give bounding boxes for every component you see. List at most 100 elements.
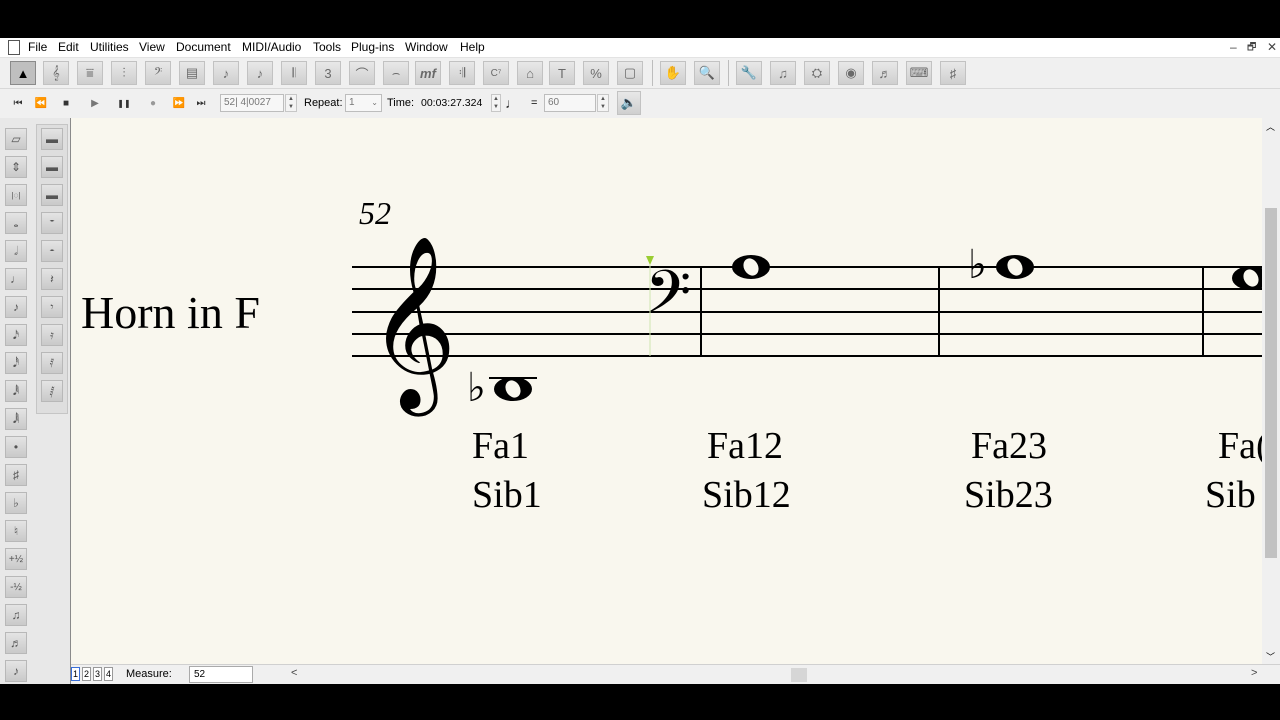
rest-multimeasure-button[interactable]: ▬ [41, 128, 63, 150]
menu-view[interactable]: View [139, 40, 165, 54]
palette-quarter-note-button[interactable]: ♩ [5, 268, 27, 290]
palette-grace-note-button[interactable]: ♬ [5, 632, 27, 654]
palette-64th-note-button[interactable]: 𝅘𝅥𝅱 [5, 380, 27, 402]
staff-tool-button[interactable]: 𝄞 [43, 61, 69, 85]
rest-16th-button[interactable]: 𝄽 [41, 268, 63, 290]
zoom-tool-button[interactable]: 🔍 [694, 61, 720, 85]
palette-flip-button[interactable]: ⇕ [5, 156, 27, 178]
palette-cue-note-button[interactable]: ♪ [5, 660, 27, 682]
tempo-note-stepper[interactable]: ▲ ▼ [491, 94, 501, 112]
repeat-tool-button[interactable]: 𝄇 [449, 61, 475, 85]
palette-half-step-up-button[interactable]: +½ [5, 548, 27, 570]
speedy-entry-tool-button[interactable]: ♪ [247, 61, 273, 85]
measure-counter-stepper[interactable]: ▲ ▼ [285, 94, 297, 112]
palette-flat-button[interactable]: ♭ [5, 492, 27, 514]
page-2-button[interactable]: 2 [82, 667, 91, 681]
skip-to-end-button[interactable]: ⏭ [192, 94, 210, 112]
mirror-tool-button[interactable]: ♬ [872, 61, 898, 85]
menu-plug-ins[interactable]: Plug-ins [351, 40, 394, 54]
measure-counter-field[interactable]: 52| 4|0027 [220, 94, 284, 112]
palette-128th-note-button[interactable]: 𝅘𝅥𝅲 [5, 408, 27, 430]
rest-64th-button[interactable]: 𝄿 [41, 324, 63, 346]
wrench-tool-button[interactable]: 🔧 [736, 61, 762, 85]
palette-sharp-button[interactable]: ♯ [5, 464, 27, 486]
rest-128th-button[interactable]: 𝅀 [41, 352, 63, 374]
measure-input[interactable]: 52 [189, 666, 253, 683]
repeat-select[interactable]: 1 ⌄ [345, 94, 382, 112]
smart-shape-tool-button[interactable]: ⌒ [349, 61, 375, 85]
articulation-tool-button[interactable]: ⌢ [383, 61, 409, 85]
scroll-down-icon[interactable]: ﹀ [1266, 650, 1275, 663]
stop-button[interactable]: ■ [57, 94, 75, 112]
rest-eighth-button[interactable]: 𝄼 [41, 240, 63, 262]
close-icon[interactable]: ✕ [1267, 40, 1277, 54]
scroll-right-icon[interactable]: > [1251, 667, 1257, 679]
tempo-stepper[interactable]: ▲ ▼ [597, 94, 609, 112]
tuplet-tool-button[interactable]: 3 [315, 61, 341, 85]
midi-tool-button[interactable]: ◉ [838, 61, 864, 85]
palette-16th-note-button[interactable]: 𝅘𝅥𝅯 [5, 324, 27, 346]
resize-tool-button[interactable]: % [583, 61, 609, 85]
record-button[interactable]: ● [144, 94, 162, 112]
time-signature-tool-button[interactable]: ⫶ [111, 61, 137, 85]
page-3-button[interactable]: 3 [93, 667, 102, 681]
hyperscribe-tool-button[interactable]: 𝄃 [281, 61, 307, 85]
tempo-field[interactable]: 60 [544, 94, 596, 112]
palette-dot-button[interactable]: • [5, 436, 27, 458]
rest-quarter-button[interactable]: 𝄻 [41, 212, 63, 234]
scroll-left-icon[interactable]: < [291, 667, 297, 679]
special-tools-button[interactable]: ⛭ [804, 61, 830, 85]
app-document-icon[interactable] [8, 40, 20, 55]
menu-help[interactable]: Help [460, 40, 485, 54]
palette-natural-button[interactable]: ♮ [5, 520, 27, 542]
page-layout-tool-button[interactable]: ▢ [617, 61, 643, 85]
rewind-to-start-button[interactable]: ⏮ [9, 94, 27, 112]
restore-icon[interactable]: 🗗 [1247, 40, 1256, 57]
hand-grabber-tool-button[interactable]: ✋ [660, 61, 686, 85]
palette-whole-note-button[interactable]: 𝅝 [5, 212, 27, 234]
page-4-button[interactable]: 4 [104, 667, 113, 681]
rest-whole-button[interactable]: ▬ [41, 156, 63, 178]
rest-32nd-button[interactable]: 𝄾 [41, 296, 63, 318]
menu-document[interactable]: Document [176, 40, 231, 54]
palette-half-step-down-button[interactable]: -½ [5, 576, 27, 598]
palette-eraser-button[interactable]: ▱ [5, 128, 27, 150]
lyrics-tool-button[interactable]: ⌂ [517, 61, 543, 85]
rest-256th-button[interactable]: 𝅁 [41, 380, 63, 402]
play-button[interactable]: ▶ [86, 94, 104, 112]
menu-file[interactable]: File [28, 40, 47, 54]
playback-settings-button[interactable]: 🔈 [617, 91, 641, 115]
quarter-note-icon[interactable]: ♩ [503, 94, 521, 112]
scroll-up-icon[interactable]: ︿ [1266, 120, 1275, 133]
menu-utilities[interactable]: Utilities [90, 40, 129, 54]
graphics-tool-button[interactable]: ⌨ [906, 61, 932, 85]
menu-midi-audio[interactable]: MIDI/Audio [242, 40, 301, 54]
palette-tie-button[interactable]: ♫ [5, 604, 27, 626]
rest-half-button[interactable]: ▬ [41, 184, 63, 206]
simple-entry-tool-button[interactable]: ♪ [213, 61, 239, 85]
menu-window[interactable]: Window [405, 40, 448, 54]
score-canvas[interactable]: 52 Horn in F 𝄞 ♭ 𝄢 ♭ Fa1 Sib1 Fa12 Sib12… [71, 118, 1262, 684]
horizontal-scroll-thumb[interactable] [791, 668, 807, 682]
palette-tuplet-button[interactable]: |◌| [5, 184, 27, 206]
menu-edit[interactable]: Edit [58, 40, 79, 54]
key-signature-tool-button[interactable]: ⩸ [77, 61, 103, 85]
vertical-scroll-thumb[interactable] [1265, 208, 1277, 558]
text-tool-button[interactable]: T [549, 61, 575, 85]
rewind-button[interactable]: ⏪ [32, 94, 50, 112]
expression-tool-button[interactable]: mf [415, 61, 441, 85]
note-mover-tool-button[interactable]: ♫ [770, 61, 796, 85]
menu-tools[interactable]: Tools [313, 40, 341, 54]
palette-eighth-note-button[interactable]: ♪ [5, 296, 27, 318]
ossia-tool-button[interactable]: ♯ [940, 61, 966, 85]
page-1-button[interactable]: 1 [71, 667, 80, 681]
minimize-icon[interactable]: – [1230, 40, 1237, 54]
vertical-scrollbar[interactable]: ︿ ﹀ [1262, 118, 1280, 665]
selection-tool-button[interactable]: ▲ [10, 61, 36, 85]
fast-forward-button[interactable]: ⏩ [170, 94, 188, 112]
chord-tool-button[interactable]: C⁷ [483, 61, 509, 85]
palette-32nd-note-button[interactable]: 𝅘𝅥𝅰 [5, 352, 27, 374]
pause-button[interactable]: ❚❚ [115, 94, 133, 112]
measure-tool-button[interactable]: ▤ [179, 61, 205, 85]
palette-half-note-button[interactable]: 𝅗𝅥 [5, 240, 27, 262]
